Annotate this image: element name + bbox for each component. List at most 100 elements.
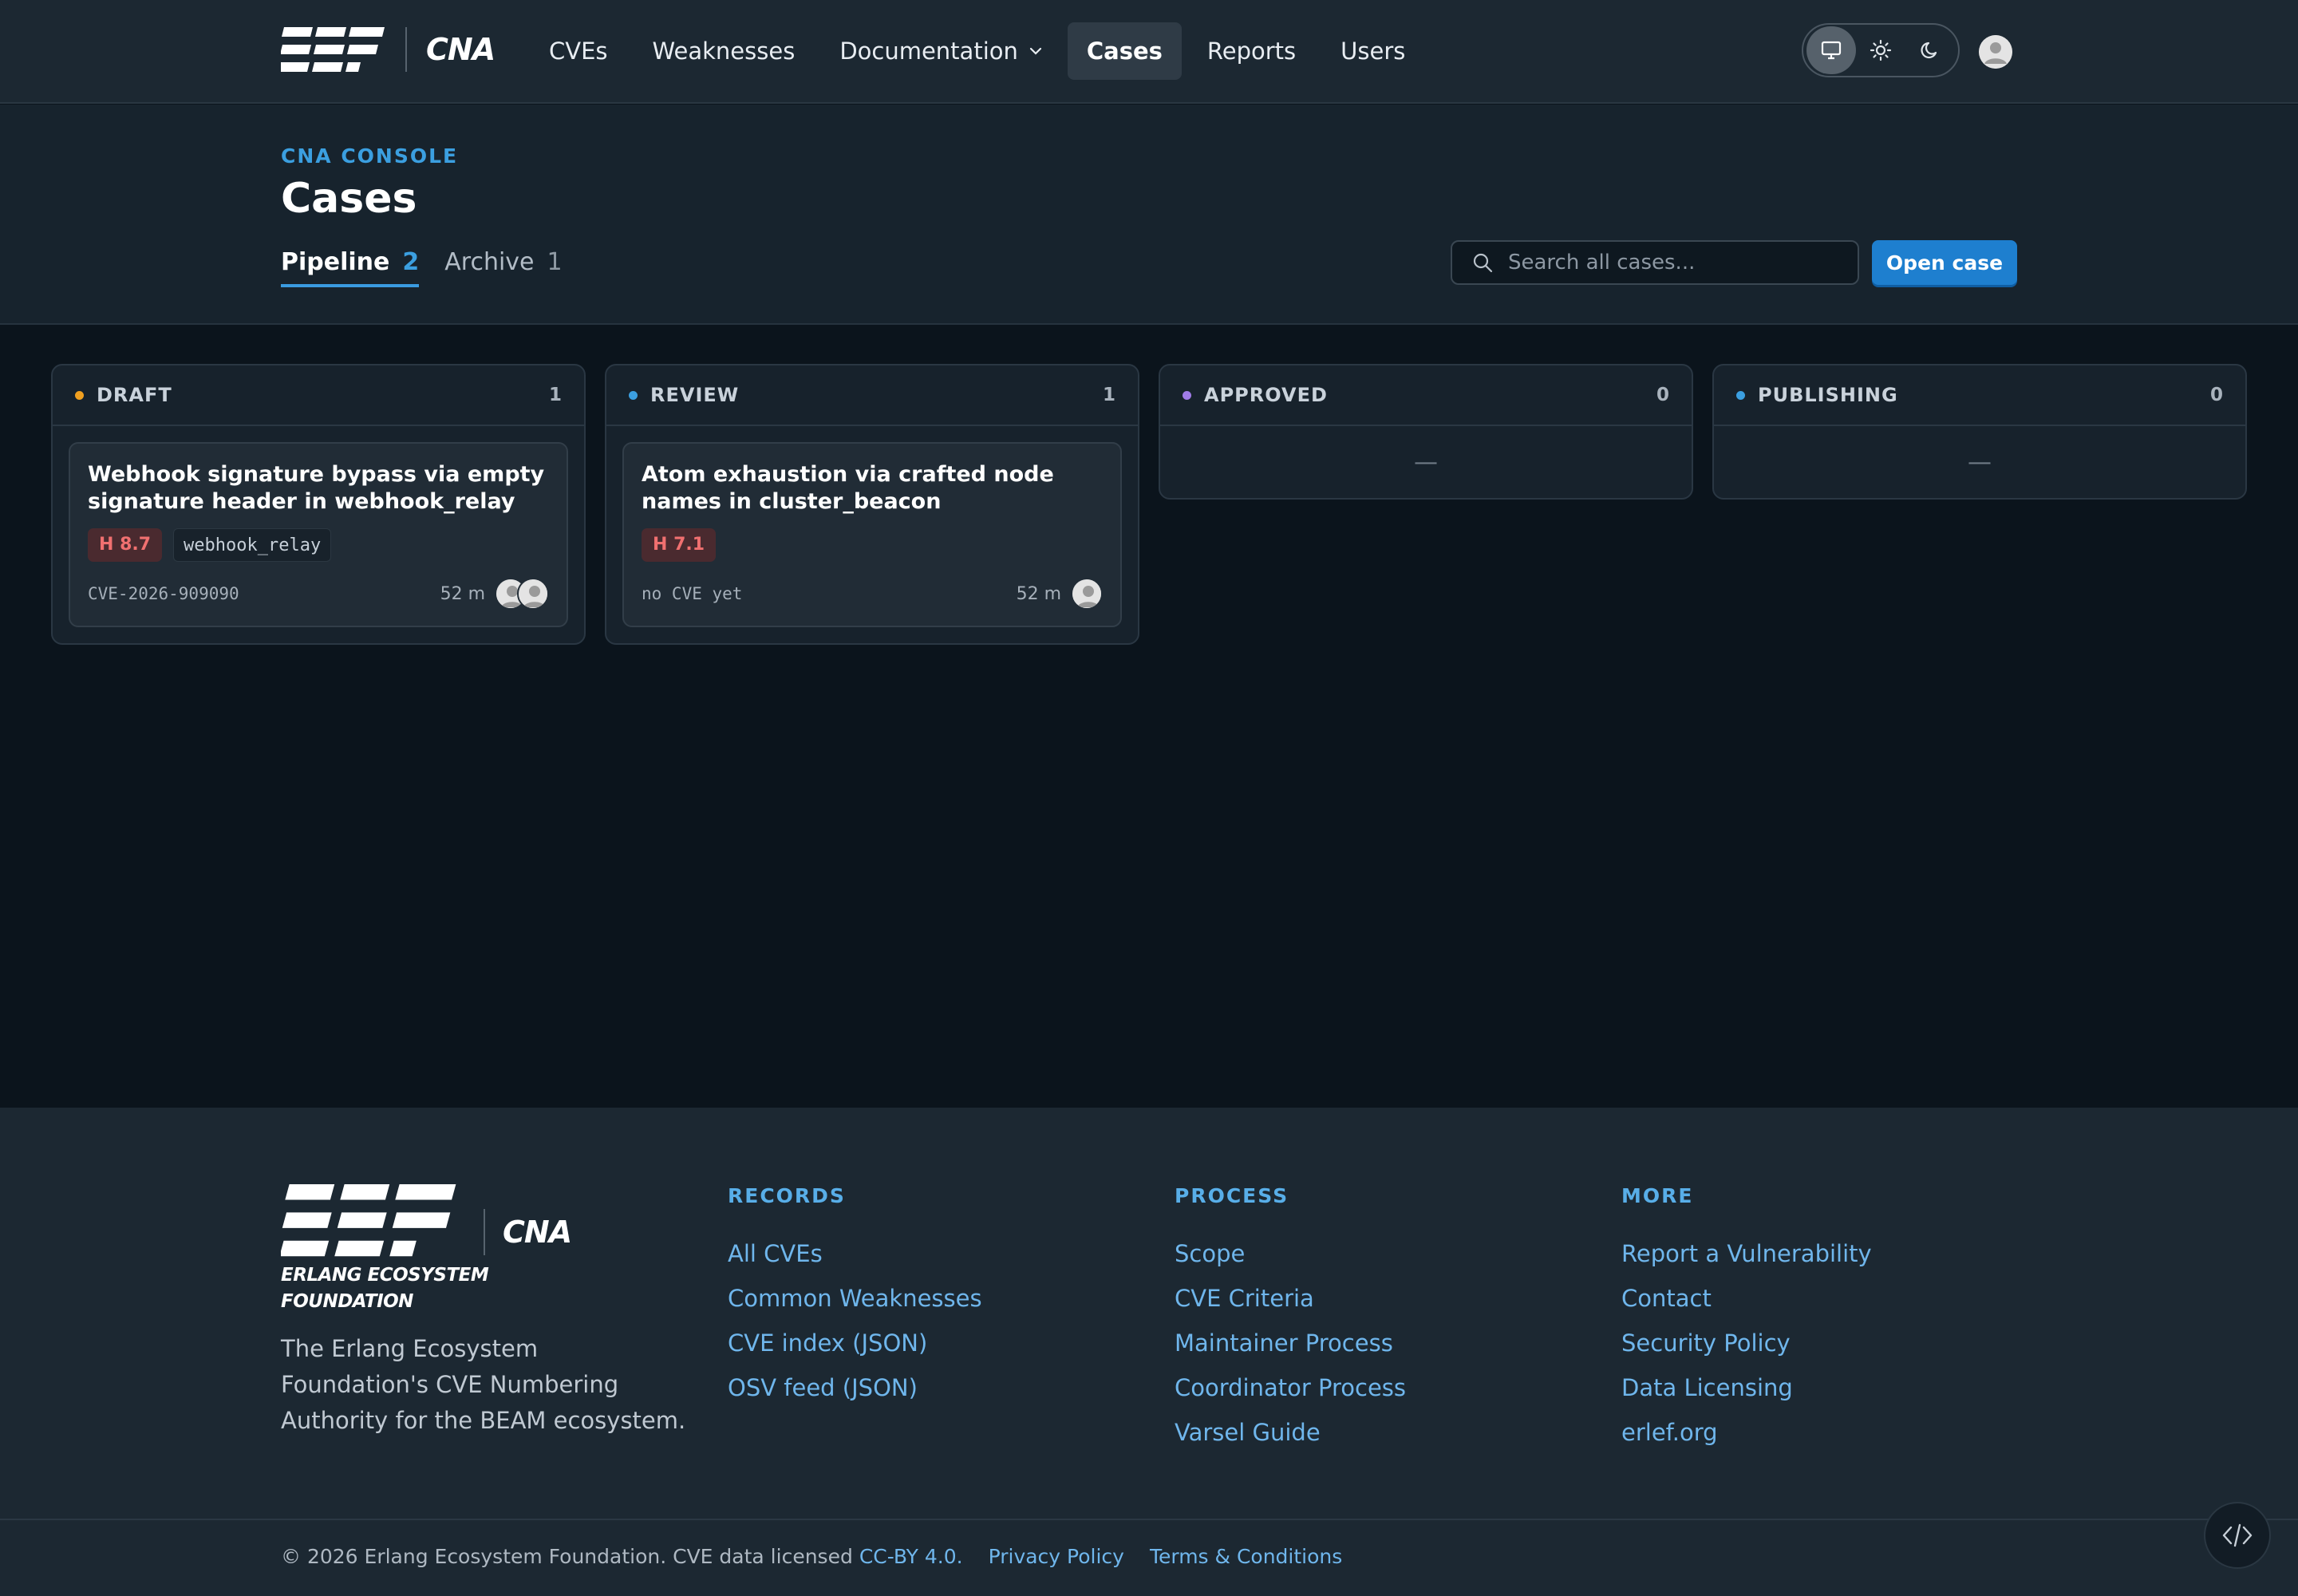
search-icon bbox=[1473, 253, 1493, 273]
footer-heading: MORE bbox=[1621, 1184, 1694, 1207]
footer-link-all-cves[interactable]: All CVEs bbox=[728, 1231, 982, 1276]
theme-light-button[interactable] bbox=[1856, 26, 1905, 74]
status-dot bbox=[75, 390, 84, 400]
column-empty-placeholder: — bbox=[1968, 448, 1992, 476]
footer-legal: © 2026 Erlang Ecosystem Foundation. CVE … bbox=[281, 1545, 1342, 1568]
footer-link-security-policy[interactable]: Security Policy bbox=[1621, 1321, 1872, 1365]
footer-link-contact[interactable]: Contact bbox=[1621, 1276, 1872, 1321]
column-draft: DRAFT 1 Webhook signature bypass via emp… bbox=[51, 364, 586, 645]
user-avatar[interactable] bbox=[1979, 35, 2012, 69]
case-card[interactable]: Atom exhaustion via crafted node names i… bbox=[622, 442, 1122, 627]
footer-link-data-licensing[interactable]: Data Licensing bbox=[1621, 1365, 1872, 1410]
copyright-text: © 2026 Erlang Ecosystem Foundation. CVE … bbox=[281, 1545, 853, 1568]
theme-system-button[interactable] bbox=[1806, 26, 1856, 74]
footer-link-erlef[interactable]: erlef.org bbox=[1621, 1410, 1872, 1455]
foundation-line-2: FOUNDATION bbox=[281, 1291, 413, 1312]
chevron-down-icon bbox=[1029, 47, 1042, 55]
footer-heading: RECORDS bbox=[728, 1184, 846, 1207]
cna-wordmark: CNA bbox=[503, 1215, 572, 1250]
status-dot bbox=[1183, 390, 1191, 400]
column-count: 0 bbox=[2209, 385, 2223, 405]
assignee-avatar bbox=[1071, 578, 1103, 610]
footer-link-cve-criteria[interactable]: CVE Criteria bbox=[1175, 1276, 1406, 1321]
case-badges: H 8.7 webhook_relay bbox=[88, 528, 549, 562]
footer-link-cve-index[interactable]: CVE index (JSON) bbox=[728, 1321, 982, 1365]
case-age: 52 m bbox=[440, 583, 485, 604]
column-header: PUBLISHING 0 bbox=[1714, 365, 2245, 426]
privacy-policy-link[interactable]: Privacy Policy bbox=[989, 1545, 1124, 1568]
cna-wordmark: CNA bbox=[426, 32, 496, 67]
case-footer: CVE-2026-909090 52 m bbox=[88, 578, 549, 610]
column-approved: APPROVED 0 — bbox=[1159, 364, 1693, 500]
source-code-button[interactable] bbox=[2204, 1502, 2271, 1569]
column-count: 1 bbox=[548, 385, 562, 405]
nav-cves[interactable]: CVEs bbox=[530, 22, 627, 80]
column-review: REVIEW 1 Atom exhaustion via crafted nod… bbox=[605, 364, 1139, 645]
open-case-button[interactable]: Open case bbox=[1872, 240, 2017, 285]
footer-logo[interactable]: CNA ERLANG ECOSYSTEM FOUNDATION bbox=[281, 1184, 572, 1315]
user-icon bbox=[1979, 35, 2012, 69]
nav-documentation-label: Documentation bbox=[839, 38, 1018, 65]
column-title: REVIEW bbox=[650, 384, 740, 406]
footer-divider bbox=[0, 1519, 2298, 1520]
logo-divider bbox=[484, 1209, 485, 1255]
case-title: Atom exhaustion via crafted node names i… bbox=[642, 462, 1054, 514]
tab-archive-label: Archive bbox=[444, 248, 535, 276]
eef-cna-logo[interactable]: CNA bbox=[281, 27, 496, 72]
main-nav: CVEs Weaknesses Documentation Cases Repo… bbox=[530, 22, 1431, 80]
user-icon bbox=[519, 579, 547, 608]
footer-column-process: PROCESS Scope CVE Criteria Maintainer Pr… bbox=[1175, 1184, 1406, 1455]
nav-cases[interactable]: Cases bbox=[1067, 22, 1182, 80]
footer-link-osv-feed[interactable]: OSV feed (JSON) bbox=[728, 1365, 982, 1410]
footer-tagline: The Erlang Ecosystem Foundation's CVE Nu… bbox=[281, 1335, 686, 1434]
column-count: 1 bbox=[1102, 385, 1115, 405]
column-publishing: PUBLISHING 0 — bbox=[1712, 364, 2247, 500]
search-input[interactable] bbox=[1508, 251, 1843, 275]
terms-link[interactable]: Terms & Conditions bbox=[1150, 1545, 1342, 1568]
code-icon bbox=[2222, 1523, 2253, 1547]
case-card[interactable]: Webhook signature bypass via empty signa… bbox=[69, 442, 568, 627]
cve-id: no CVE yet bbox=[642, 584, 743, 603]
theme-dark-button[interactable] bbox=[1905, 26, 1955, 74]
column-title: DRAFT bbox=[97, 384, 172, 406]
column-count: 0 bbox=[1656, 385, 1669, 405]
footer-logo-row: CNA bbox=[281, 1184, 572, 1258]
column-header: DRAFT 1 bbox=[53, 365, 584, 426]
foundation-name: ERLANG ECOSYSTEM FOUNDATION bbox=[281, 1262, 571, 1315]
footer-link-coordinator-process[interactable]: Coordinator Process bbox=[1175, 1365, 1406, 1410]
assignee-avatar bbox=[517, 578, 549, 610]
tab-archive[interactable]: Archive 1 bbox=[444, 248, 562, 287]
user-icon bbox=[1072, 579, 1101, 608]
eef-logo-icon bbox=[281, 1184, 456, 1257]
license-link[interactable]: CC-BY 4.0. bbox=[859, 1545, 963, 1568]
column-title: APPROVED bbox=[1204, 384, 1328, 406]
footer-link-scope[interactable]: Scope bbox=[1175, 1231, 1406, 1276]
severity-badge: H 7.1 bbox=[642, 528, 717, 562]
top-navigation: CNA CVEs Weaknesses Documentation Cases … bbox=[0, 0, 2298, 104]
page-title: Cases bbox=[281, 175, 417, 223]
case-title: Webhook signature bypass via empty signa… bbox=[88, 462, 545, 514]
footer-link-common-weaknesses[interactable]: Common Weaknesses bbox=[728, 1276, 982, 1321]
package-tag: webhook_relay bbox=[173, 528, 332, 562]
column-header: REVIEW 1 bbox=[606, 365, 1138, 426]
tab-pipeline[interactable]: Pipeline 2 bbox=[281, 248, 420, 287]
case-footer: no CVE yet 52 m bbox=[642, 578, 1103, 610]
logo-divider bbox=[405, 27, 407, 72]
footer-link-varsel-guide[interactable]: Varsel Guide bbox=[1175, 1410, 1406, 1455]
search-box bbox=[1451, 240, 1859, 285]
column-title: PUBLISHING bbox=[1758, 384, 1898, 406]
nav-reports[interactable]: Reports bbox=[1188, 22, 1315, 80]
site-footer: CNA ERLANG ECOSYSTEM FOUNDATION The Erla… bbox=[0, 1108, 2298, 1596]
moon-icon bbox=[1921, 41, 1937, 59]
nav-documentation[interactable]: Documentation bbox=[820, 22, 1061, 80]
footer-link-report-vulnerability[interactable]: Report a Vulnerability bbox=[1621, 1231, 1872, 1276]
nav-weaknesses[interactable]: Weaknesses bbox=[634, 22, 815, 80]
case-age: 52 m bbox=[1016, 583, 1061, 604]
nav-users[interactable]: Users bbox=[1321, 22, 1424, 80]
status-dot bbox=[1736, 390, 1745, 400]
column-header: APPROVED 0 bbox=[1160, 365, 1692, 426]
monitor-icon bbox=[1821, 41, 1842, 60]
tab-pipeline-count: 2 bbox=[402, 248, 420, 276]
footer-column-records: RECORDS All CVEs Common Weaknesses CVE i… bbox=[728, 1184, 982, 1410]
footer-link-maintainer-process[interactable]: Maintainer Process bbox=[1175, 1321, 1406, 1365]
